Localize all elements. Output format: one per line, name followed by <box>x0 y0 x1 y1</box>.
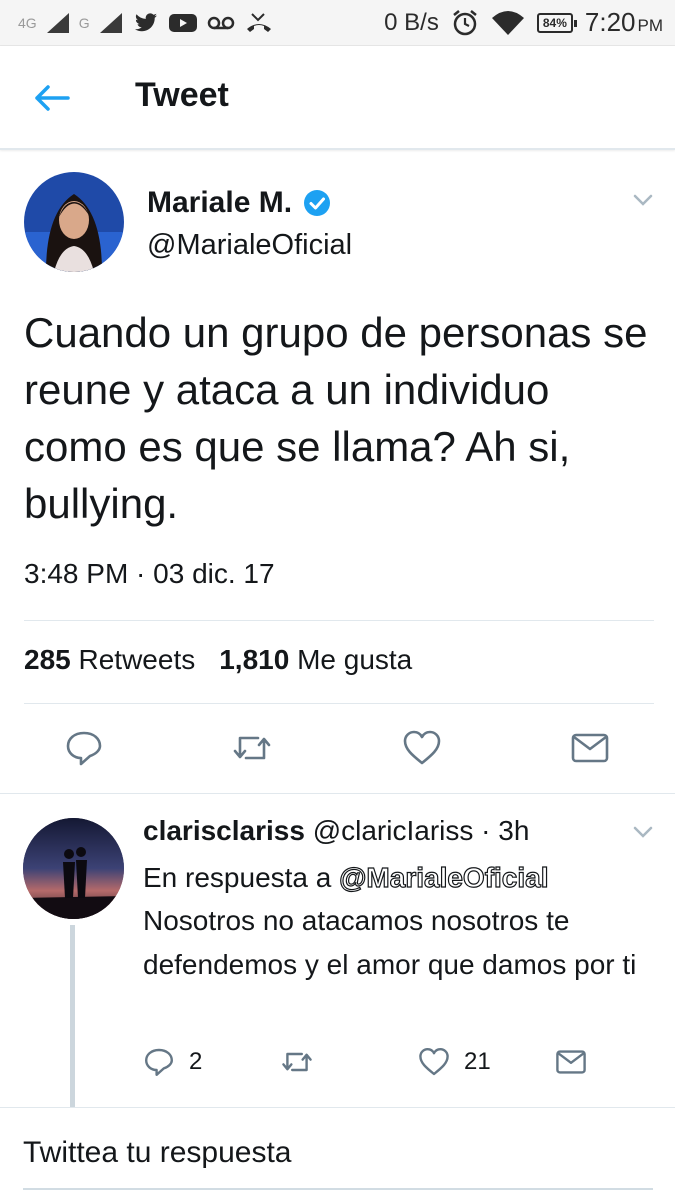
battery-indicator: 84% <box>536 12 577 33</box>
clock-time: 7:20 <box>584 7 636 37</box>
like-heart-icon <box>419 1048 449 1076</box>
avatar-image <box>23 818 124 919</box>
tweet-timestamp[interactable]: 3:48 PM · 03 dic. 17 <box>24 558 275 590</box>
tweet-actions <box>0 728 675 770</box>
reply-like-count: 21 <box>464 1048 491 1075</box>
reply-to-mention[interactable]: @MarialeOficial <box>339 861 550 893</box>
likes-count: 1,810 <box>219 644 290 675</box>
reply-author-avatar[interactable] <box>23 818 124 919</box>
reply-author-name[interactable]: clarisclariss <box>143 815 305 846</box>
voicemail-icon <box>207 16 234 29</box>
reply-count: 2 <box>189 1048 203 1075</box>
clock: 7:20 PM <box>585 7 663 38</box>
reply-age: · 3h <box>481 815 530 846</box>
like-heart-icon[interactable] <box>402 728 442 768</box>
clock-ampm: PM <box>637 16 664 35</box>
alarm-icon <box>453 9 477 35</box>
status-left: 4G G <box>18 11 274 35</box>
reply-header: clarisclariss @claricIariss · 3h <box>143 815 529 847</box>
reply-icon <box>145 1048 173 1076</box>
reply-to-label: En respuesta a <box>143 862 332 893</box>
signal-icon <box>46 12 69 33</box>
direct-message-icon <box>556 1050 586 1074</box>
likes-stat[interactable]: 1,810 Me gusta <box>219 644 412 676</box>
reply-retweet-button[interactable] <box>280 1046 314 1078</box>
compose-divider <box>0 1107 675 1108</box>
reply-author-handle[interactable]: @claricIariss <box>313 815 474 846</box>
likes-label: Me gusta <box>297 644 413 675</box>
network-speed: 0 B/s <box>384 8 439 36</box>
chevron-down-icon[interactable] <box>630 190 656 210</box>
tweet-text: Cuando un grupo de personas se reune y a… <box>24 309 648 527</box>
avatar-image <box>24 172 124 272</box>
twitter-notification-icon <box>134 12 157 31</box>
youtube-notification-icon <box>168 13 197 32</box>
reply-like-button[interactable]: 21 <box>418 1046 491 1078</box>
reply-actions: 2 21 <box>0 1046 675 1082</box>
missed-call-icon <box>246 12 271 32</box>
verified-badge-icon <box>304 190 331 216</box>
divider <box>24 620 654 621</box>
retweet-icon[interactable] <box>232 728 272 768</box>
retweets-stat[interactable]: 285 Retweets <box>24 644 195 676</box>
tweet-stats: 285 Retweets 1,810 Me gusta <box>24 644 412 676</box>
chevron-down-icon[interactable] <box>630 822 656 842</box>
author-name-text: Mariale M. <box>147 186 293 219</box>
page-title: Tweet <box>135 76 229 114</box>
retweets-label: Retweets <box>78 644 196 675</box>
back-arrow-icon <box>35 85 70 111</box>
back-button[interactable] <box>32 78 72 118</box>
app-header: Tweet <box>0 46 675 150</box>
signal-icon-2 <box>99 12 122 33</box>
status-right: 0 B/s 84% 7:20 PM <box>384 7 663 38</box>
reply-reply-button[interactable]: 2 <box>143 1046 202 1078</box>
reply-to-line: En respuesta a @MarialeOficial <box>143 861 550 894</box>
author-name[interactable]: Mariale M. <box>147 186 332 220</box>
author-avatar[interactable] <box>24 172 124 272</box>
network-type-2: G <box>78 14 90 31</box>
section-divider <box>0 793 675 794</box>
status-bar: 4G G 0 B/s 84% 7:20 PM <box>0 0 675 46</box>
reply-compose-input[interactable]: Twittea tu respuesta <box>23 1136 291 1170</box>
divider <box>24 703 654 704</box>
reply-icon[interactable] <box>64 728 104 768</box>
retweets-count: 285 <box>24 644 71 675</box>
reply-text: Nosotros no atacamos nosotros te defende… <box>143 905 637 980</box>
network-type-1: 4G <box>18 14 37 31</box>
author-handle[interactable]: @MarialeOficial <box>147 229 352 262</box>
compose-underline <box>23 1188 653 1190</box>
reply-dm-button[interactable] <box>555 1046 587 1078</box>
retweet-icon <box>282 1052 312 1072</box>
direct-message-icon[interactable] <box>570 728 610 768</box>
wifi-icon <box>491 10 524 35</box>
